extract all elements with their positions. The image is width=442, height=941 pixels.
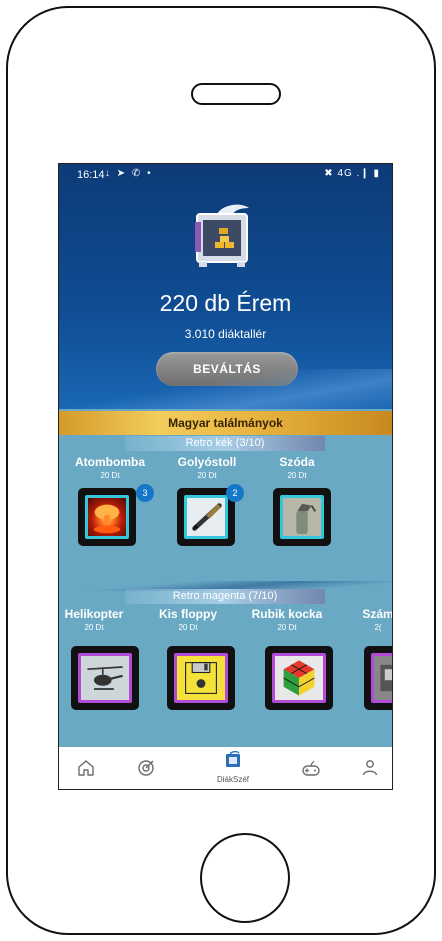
item-name: Atombomba bbox=[75, 455, 145, 469]
item-kis-floppy[interactable]: Kis floppy 20 Dt bbox=[150, 607, 226, 632]
section-retro-magenta: Retro magenta (7/10) Helikopter 20 Dt Ki… bbox=[59, 588, 392, 746]
bottom-nav: DiákSzéf bbox=[59, 747, 392, 789]
safe-icon bbox=[195, 204, 249, 267]
item-rubik-kocka[interactable]: Rubik kocka 20 Dt bbox=[249, 607, 325, 632]
nav-diakszef-label: DiákSzéf bbox=[216, 775, 249, 784]
mushroom-cloud-icon bbox=[93, 504, 121, 534]
status-system-icons: ✖ 4G .❙ ▮ bbox=[324, 168, 380, 179]
nav-diakszef[interactable] bbox=[218, 749, 248, 773]
item-price: 2( bbox=[374, 623, 382, 632]
floppy-disk-icon bbox=[185, 662, 217, 694]
nav-games[interactable] bbox=[296, 756, 326, 780]
item-tile-helikopter[interactable] bbox=[71, 646, 139, 710]
safe-nav-icon bbox=[226, 751, 240, 767]
item-price: 20 Dt bbox=[100, 471, 120, 480]
gamepad-icon bbox=[302, 760, 320, 776]
nav-goals[interactable] bbox=[131, 756, 161, 780]
item-golyostoll[interactable]: Golyóstoll 20 Dt bbox=[169, 455, 245, 480]
item-price: 20 Dt bbox=[84, 623, 104, 632]
item-price: 20 Dt bbox=[287, 471, 307, 480]
section-retro-blue: Retro kék (3/10) Atombomba 20 Dt 3 Golyó… bbox=[59, 435, 392, 585]
hero-header: 16:14 ↓ ➤ ✆ • ✖ 4G .❙ ▮ 220 db Érem 3.01… bbox=[59, 164, 392, 409]
item-name: Kis floppy bbox=[158, 607, 217, 621]
item-name: Szám bbox=[362, 607, 393, 621]
ballpoint-pen-icon bbox=[192, 503, 222, 531]
item-name: Rubik kocka bbox=[251, 607, 323, 621]
soda-siphon-icon bbox=[296, 503, 317, 535]
item-tile-szam[interactable] bbox=[364, 646, 392, 710]
status-notification-icons: ↓ ➤ ✆ • bbox=[105, 168, 153, 179]
nav-home[interactable] bbox=[71, 756, 101, 780]
collection-title: Magyar találmányok bbox=[59, 411, 392, 435]
device-icon bbox=[380, 664, 392, 692]
item-price: 20 Dt bbox=[197, 471, 217, 480]
item-szam[interactable]: Szám 2( bbox=[340, 607, 393, 632]
item-szoda[interactable]: Szóda 20 Dt bbox=[259, 455, 335, 480]
redeem-button[interactable]: BEVÁLTÁS bbox=[156, 352, 298, 386]
helicopter-icon bbox=[87, 666, 123, 690]
item-price: 20 Dt bbox=[178, 623, 198, 632]
phone-home-button bbox=[200, 833, 290, 923]
app-screen: 16:14 ↓ ➤ ✆ • ✖ 4G .❙ ▮ 220 db Érem 3.01… bbox=[58, 163, 393, 790]
section-label: Retro kék (3/10) bbox=[125, 436, 325, 451]
phone-speaker bbox=[191, 83, 281, 105]
item-tile-rubik-kocka[interactable] bbox=[265, 646, 333, 710]
status-time: 16:14 bbox=[77, 169, 105, 181]
item-tile-kis-floppy[interactable] bbox=[167, 646, 235, 710]
item-count-badge: 2 bbox=[226, 484, 244, 502]
home-icon bbox=[78, 760, 94, 776]
item-atombomba[interactable]: Atombomba 20 Dt bbox=[72, 455, 148, 480]
status-bar: 16:14 ↓ ➤ ✆ • ✖ 4G .❙ ▮ bbox=[59, 164, 392, 186]
user-icon bbox=[362, 760, 378, 776]
item-name: Golyóstoll bbox=[177, 455, 237, 469]
item-helikopter[interactable]: Helikopter 20 Dt bbox=[59, 607, 132, 632]
item-count-badge: 3 bbox=[136, 484, 154, 502]
section-label: Retro magenta (7/10) bbox=[125, 589, 325, 604]
item-tile-szoda[interactable] bbox=[273, 488, 331, 546]
nav-profile[interactable] bbox=[355, 756, 385, 780]
item-name: Helikopter bbox=[64, 607, 124, 621]
item-tile-atombomba[interactable] bbox=[78, 488, 136, 546]
target-icon bbox=[138, 760, 154, 776]
item-name: Szóda bbox=[279, 455, 315, 469]
medal-count: 220 db Érem bbox=[159, 290, 292, 316]
thaler-balance: 3.010 diáktallér bbox=[184, 327, 267, 341]
item-price: 20 Dt bbox=[277, 623, 297, 632]
rubiks-cube-icon bbox=[283, 660, 315, 696]
